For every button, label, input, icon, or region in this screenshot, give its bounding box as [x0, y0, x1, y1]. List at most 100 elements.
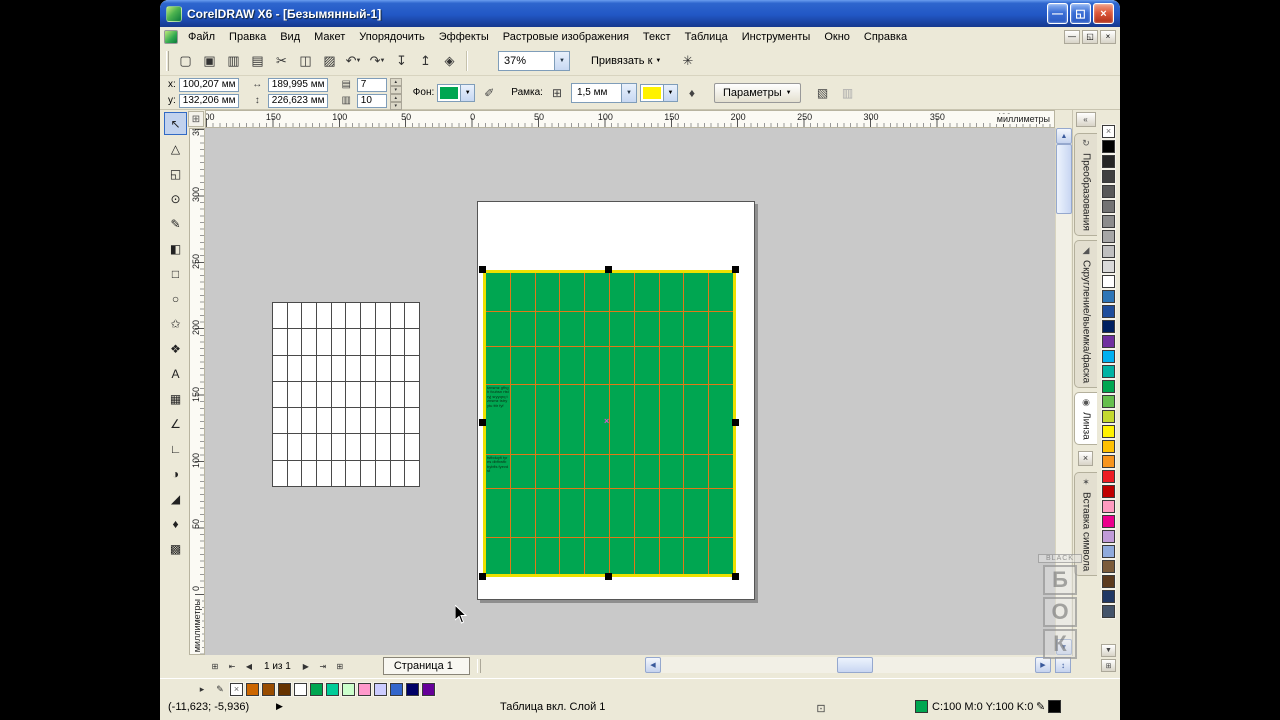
table-cell[interactable] [585, 538, 609, 574]
table-cell[interactable] [317, 408, 331, 434]
table-cell[interactable] [331, 408, 346, 434]
selection-handle[interactable] [732, 419, 739, 426]
selection-handle[interactable] [732, 266, 739, 273]
table-cell[interactable] [302, 434, 317, 460]
table-cell[interactable] [709, 273, 733, 312]
palette-scroll-down-icon[interactable]: ▼ [1101, 644, 1116, 657]
object-width-field[interactable] [267, 77, 328, 92]
table-cell[interactable] [405, 355, 419, 381]
table-cell[interactable] [560, 538, 585, 574]
table-cell[interactable] [535, 347, 560, 384]
table-cell[interactable] [317, 460, 331, 486]
color-swatch[interactable] [262, 683, 275, 696]
table-cell[interactable] [709, 489, 733, 538]
save-button[interactable]: ▥ [222, 49, 245, 72]
no-color-swatch[interactable]: × [1102, 125, 1115, 138]
table-cell[interactable] [273, 355, 287, 381]
table-cell[interactable] [659, 347, 684, 384]
fill-tool[interactable]: ▩ [164, 537, 187, 560]
edit-table-button[interactable]: ▧ [812, 82, 834, 104]
menu-item[interactable]: Упорядочить [352, 29, 431, 45]
horizontal-ruler[interactable]: миллиметры 200 150 100 50 0 50 100 150 200 250 300… [205, 110, 1055, 128]
table-cell[interactable] [535, 384, 560, 454]
table-cell[interactable] [709, 384, 733, 454]
table-cell[interactable] [634, 538, 659, 574]
add-page-start-button[interactable]: ⊞ [207, 659, 223, 674]
last-page-button[interactable]: ⇥ [315, 659, 331, 674]
table-cell[interactable] [302, 408, 317, 434]
table-cell[interactable] [375, 329, 390, 355]
color-swatch[interactable] [278, 683, 291, 696]
table-cell[interactable] [361, 434, 375, 460]
color-swatch[interactable] [1102, 590, 1115, 603]
scroll-up-icon[interactable]: ▲ [1056, 128, 1072, 144]
rows-stepper[interactable]: ▴ ▾ [389, 77, 402, 94]
color-swatch[interactable] [1102, 560, 1115, 573]
eyedropper-button[interactable]: ✎ [212, 682, 228, 697]
table-cell[interactable] [346, 355, 361, 381]
table-cell[interactable] [609, 384, 634, 454]
color-swatch[interactable] [358, 683, 371, 696]
color-swatch[interactable] [1102, 455, 1115, 468]
table-cell[interactable] [317, 355, 331, 381]
columns-stepper[interactable]: ▴ ▾ [389, 93, 402, 110]
table-cell[interactable] [361, 381, 375, 408]
table-cell[interactable] [709, 312, 733, 347]
color-swatch[interactable] [1102, 410, 1115, 423]
palette-options-button[interactable]: ▸ [194, 682, 210, 697]
color-swatch[interactable] [1102, 200, 1115, 213]
color-swatch[interactable] [1102, 440, 1115, 453]
color-swatch[interactable] [1102, 185, 1115, 198]
table-cell[interactable] [560, 384, 585, 454]
table-center-marker[interactable]: × [604, 416, 609, 426]
selection-handle[interactable] [605, 573, 612, 580]
table-cell[interactable] [317, 381, 331, 408]
outline-pen-button[interactable]: ♦ [681, 82, 703, 104]
spin-down-icon[interactable]: ▾ [389, 85, 402, 94]
eyedropper-tool[interactable]: ◢ [164, 487, 187, 510]
table-cell[interactable] [585, 347, 609, 384]
table-cell[interactable] [609, 347, 634, 384]
table-cell[interactable] [510, 489, 535, 538]
table-cell[interactable] [510, 347, 535, 384]
color-swatch[interactable] [1102, 275, 1115, 288]
table-cell[interactable] [535, 489, 560, 538]
table-cell[interactable] [585, 273, 609, 312]
table-cell[interactable] [405, 303, 419, 329]
crop-tool[interactable]: ◱ [164, 162, 187, 185]
table-options-button[interactable]: Параметры ▼ [713, 82, 801, 103]
outline-pen-tool[interactable]: ♦ [164, 512, 187, 535]
rectangle-tool[interactable]: □ [164, 262, 187, 285]
table-cell[interactable] [346, 329, 361, 355]
docker-tab-transformations[interactable]: ↻ Преобразования [1074, 133, 1097, 236]
table-cell[interactable] [609, 538, 634, 574]
chevron-down-icon[interactable]: ▼ [355, 58, 361, 64]
drawing-canvas[interactable]: tznsmz gfhgh fcuhsn rtstryj sryyqrq tzns… [205, 128, 1055, 655]
menu-item[interactable]: Растровые изображения [496, 29, 636, 45]
table-cell[interactable] [684, 489, 709, 538]
blend-tool[interactable]: ◑ [164, 462, 187, 485]
table-cell[interactable] [585, 489, 609, 538]
table-cell[interactable] [405, 434, 419, 460]
table-cell[interactable] [302, 303, 317, 329]
docker-tab-lens[interactable]: ◉ Линза [1074, 392, 1097, 445]
copy-button[interactable]: ◫ [294, 49, 317, 72]
table-cell[interactable] [375, 355, 390, 381]
freehand-tool[interactable]: ✎ [164, 212, 187, 235]
table-cell[interactable] [390, 329, 405, 355]
green-table-object[interactable]: tznsmz gfhgh fcuhsn rtstryj sryyqrq tzns… [483, 270, 736, 577]
table-cell[interactable] [390, 355, 405, 381]
color-swatch[interactable] [1102, 155, 1115, 168]
color-swatch[interactable] [1102, 380, 1115, 393]
color-swatch[interactable] [390, 683, 403, 696]
table-cell[interactable] [331, 381, 346, 408]
export-button[interactable]: ↥ [414, 49, 437, 72]
color-swatch[interactable] [342, 683, 355, 696]
color-swatch[interactable] [1102, 605, 1115, 618]
vertical-ruler[interactable]: миллиметры 350 300 250 200 150 100 50 0 [189, 128, 205, 655]
menu-item[interactable]: Вид [273, 29, 307, 45]
table-cell[interactable] [317, 329, 331, 355]
table-cell[interactable] [535, 538, 560, 574]
table-cell[interactable] [510, 538, 535, 574]
color-swatch[interactable] [406, 683, 419, 696]
